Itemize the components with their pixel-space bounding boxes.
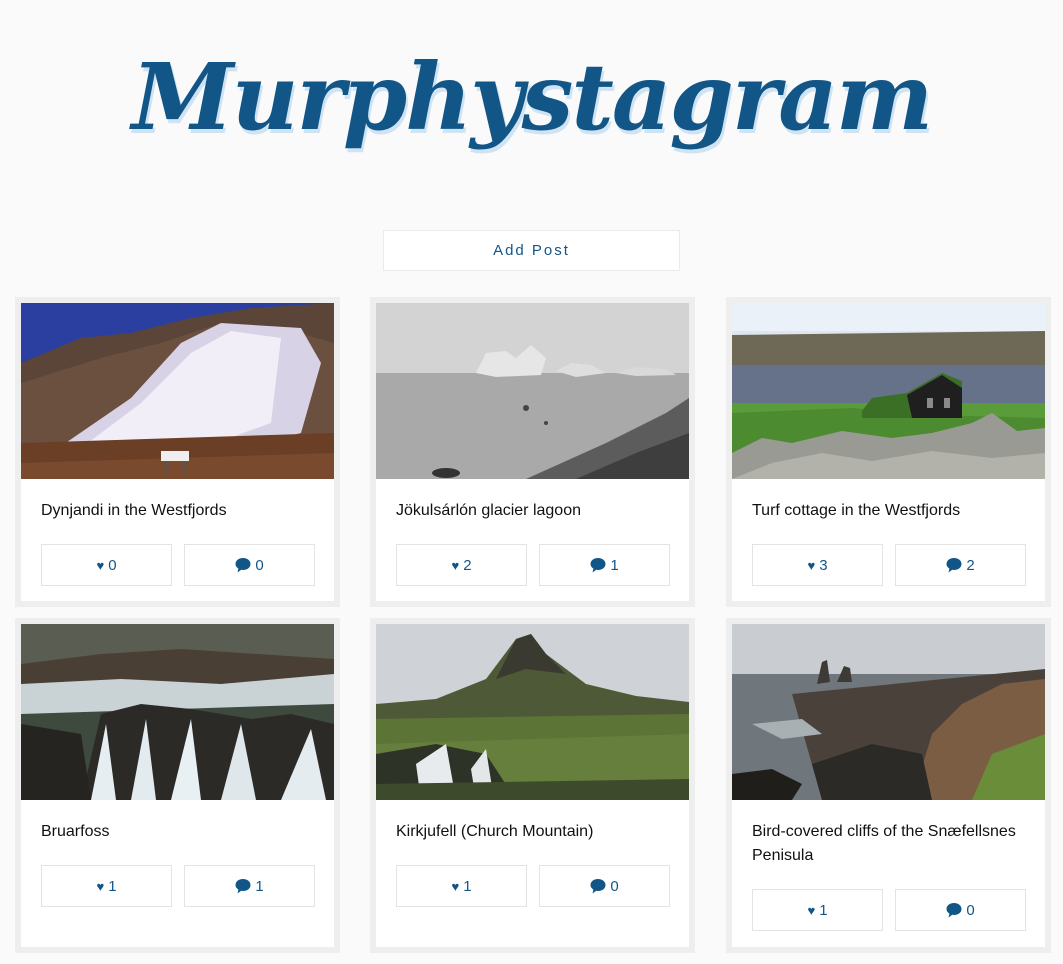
like-button[interactable]: ♥ 1: [396, 865, 527, 907]
like-count: 0: [108, 556, 117, 574]
post-actions: ♥ 1 0: [396, 865, 670, 907]
photo-card: Jökulsárlón glacier lagoon ♥ 2 1: [370, 297, 695, 607]
post-actions: ♥ 3 2: [752, 544, 1026, 586]
post-photo-turf-cottage[interactable]: [732, 303, 1045, 479]
post-caption: Turf cottage in the Westfjords: [752, 502, 961, 519]
post-caption: Bird-covered cliffs of the Snæfellsnes P…: [752, 823, 1016, 864]
comment-count: 2: [966, 556, 975, 574]
comment-bubble-icon: [946, 558, 962, 573]
like-count: 1: [108, 877, 117, 895]
post-photo-dynjandi[interactable]: [21, 303, 334, 479]
heart-icon: ♥: [807, 902, 816, 918]
comment-count: 1: [255, 877, 264, 895]
comment-count: 0: [255, 556, 264, 574]
comment-bubble-icon: [590, 558, 606, 573]
like-button[interactable]: ♥ 3: [752, 544, 883, 586]
post-caption: Bruarfoss: [41, 823, 110, 840]
post-caption: Dynjandi in the Westfjords: [41, 502, 227, 519]
comment-bubble-icon: [946, 903, 962, 918]
comment-button[interactable]: 1: [539, 544, 670, 586]
comment-button[interactable]: 2: [895, 544, 1026, 586]
like-button[interactable]: ♥ 2: [396, 544, 527, 586]
photo-card: Bird-covered cliffs of the Snæfellsnes P…: [726, 618, 1051, 953]
heart-icon: ♥: [807, 557, 816, 573]
like-count: 3: [819, 556, 828, 574]
photo-card: Kirkjufell (Church Mountain) ♥ 1 0: [370, 618, 695, 953]
comment-count: 1: [610, 556, 619, 574]
post-photo-jokulsarlon[interactable]: [376, 303, 689, 479]
comment-button[interactable]: 0: [539, 865, 670, 907]
post-photo-snaefellsnes-cliffs[interactable]: [732, 624, 1045, 800]
comment-count: 0: [966, 901, 975, 919]
like-button[interactable]: ♥ 0: [41, 544, 172, 586]
app-logo[interactable]: Murphystagram: [0, 22, 1063, 172]
heart-icon: ♥: [96, 557, 105, 573]
like-button[interactable]: ♥ 1: [41, 865, 172, 907]
post-actions: ♥ 1 0: [752, 889, 1026, 931]
heart-icon: ♥: [96, 878, 105, 894]
add-post-button[interactable]: Add Post: [383, 230, 680, 271]
photo-card: Dynjandi in the Westfjords ♥ 0 0: [15, 297, 340, 607]
like-count: 1: [463, 877, 472, 895]
page: Murphystagram Add Post Dynjandi in the W…: [0, 0, 1063, 964]
like-count: 1: [819, 901, 828, 919]
comment-button[interactable]: 0: [184, 544, 315, 586]
comment-count: 0: [610, 877, 619, 895]
comment-button[interactable]: 0: [895, 889, 1026, 931]
like-count: 2: [463, 556, 472, 574]
heart-icon: ♥: [451, 878, 460, 894]
post-actions: ♥ 1 1: [41, 865, 315, 907]
photo-card: Turf cottage in the Westfjords ♥ 3 2: [726, 297, 1051, 607]
comment-bubble-icon: [235, 558, 251, 573]
post-caption: Jökulsárlón glacier lagoon: [396, 502, 581, 519]
comment-bubble-icon: [235, 879, 251, 894]
comment-button[interactable]: 1: [184, 865, 315, 907]
like-button[interactable]: ♥ 1: [752, 889, 883, 931]
heart-icon: ♥: [451, 557, 460, 573]
post-photo-bruarfoss[interactable]: [21, 624, 334, 800]
post-actions: ♥ 2 1: [396, 544, 670, 586]
post-actions: ♥ 0 0: [41, 544, 315, 586]
post-caption: Kirkjufell (Church Mountain): [396, 823, 594, 840]
post-photo-kirkjufell[interactable]: [376, 624, 689, 800]
comment-bubble-icon: [590, 879, 606, 894]
photo-card: Bruarfoss ♥ 1 1: [15, 618, 340, 953]
